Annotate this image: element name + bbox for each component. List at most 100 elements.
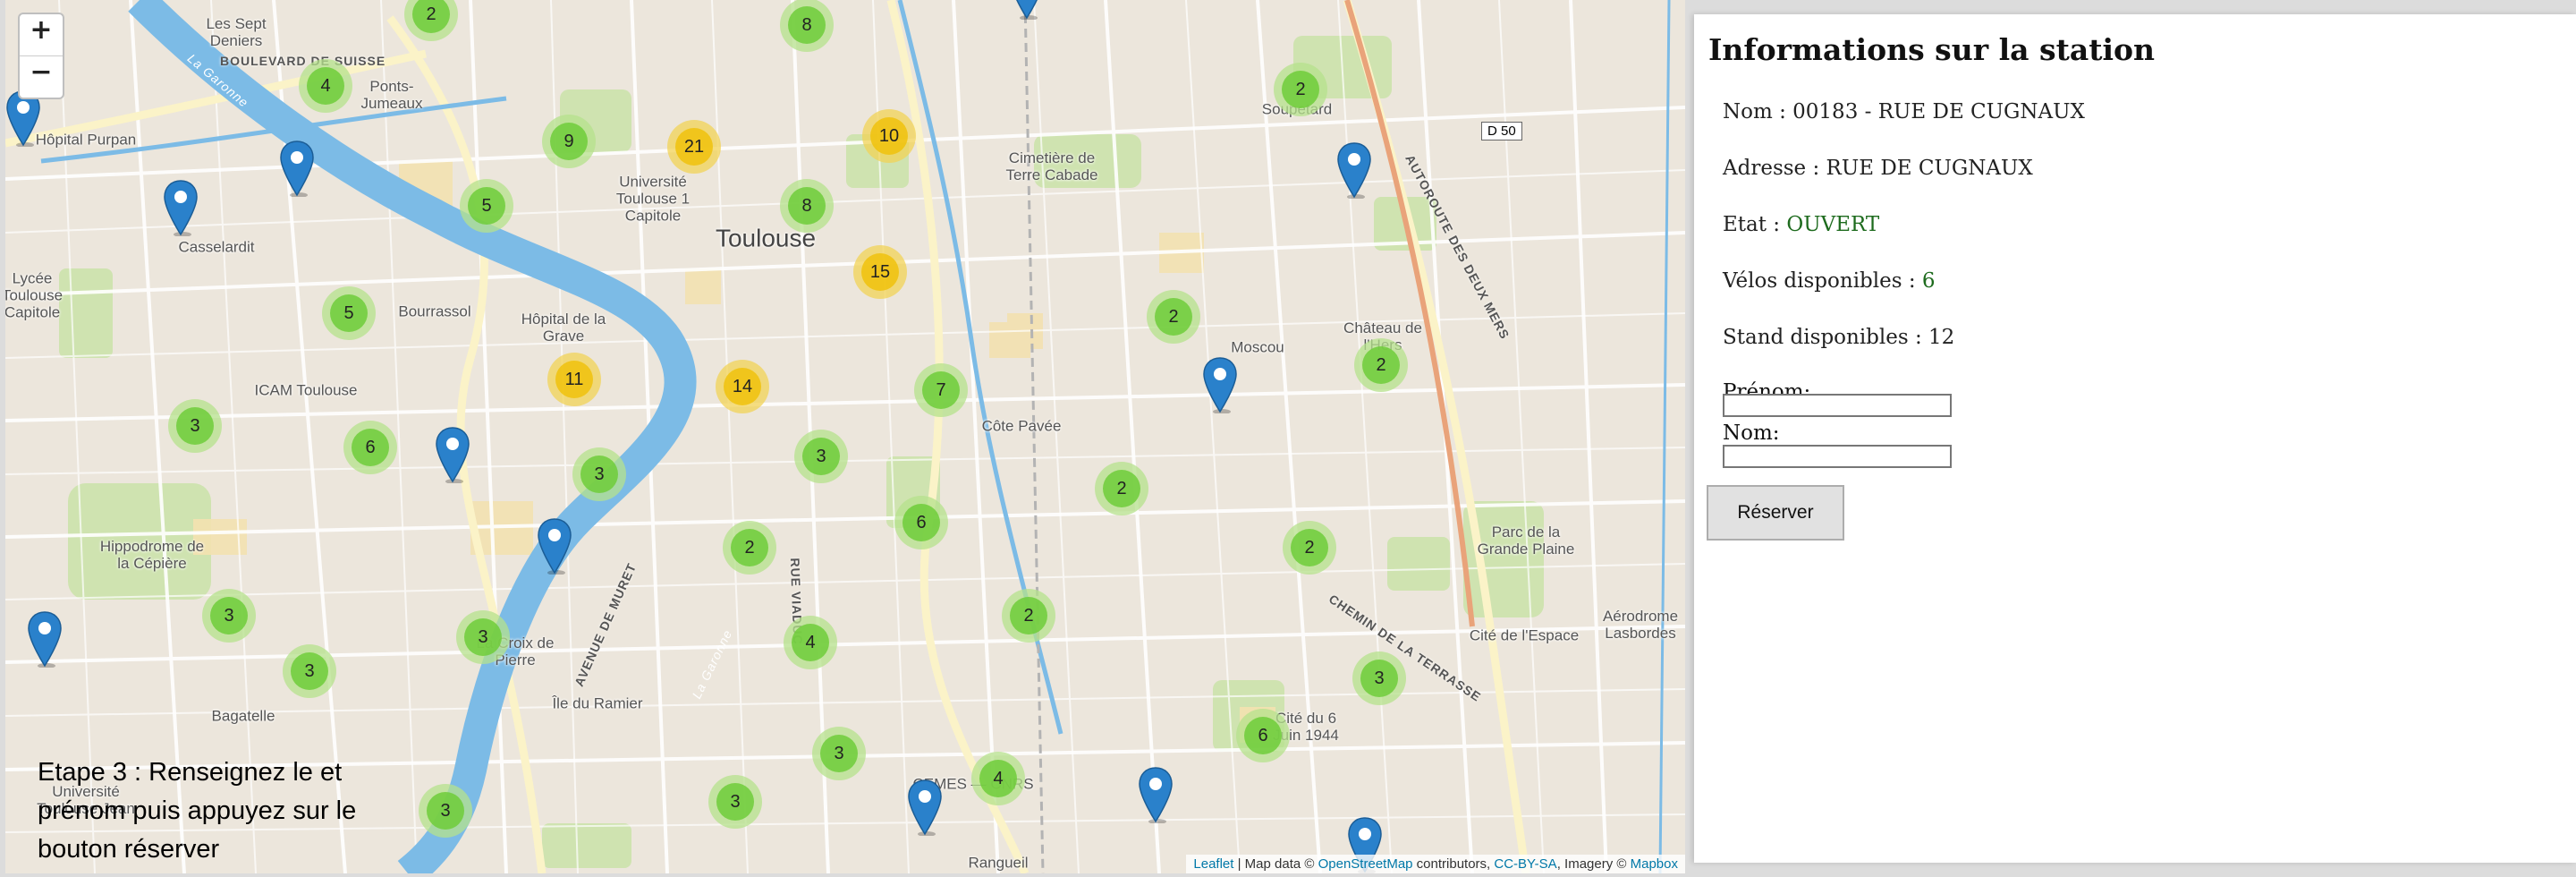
cluster-count: 3 — [210, 597, 248, 634]
cluster-count: 2 — [731, 529, 768, 566]
station-cluster[interactable]: 3 — [202, 589, 256, 643]
cluster-count: 2 — [1155, 298, 1192, 336]
cluster-count: 10 — [870, 117, 908, 155]
station-cluster[interactable]: 7 — [914, 363, 968, 417]
place-label: Cimetière de Terre Cabade — [1005, 149, 1098, 183]
station-cluster[interactable]: 15 — [853, 245, 907, 299]
place-label: Hippodrome de la Cépière — [99, 538, 205, 572]
cluster-count: 3 — [820, 735, 858, 772]
stands-available-value: 12 — [1928, 326, 1955, 349]
place-label: Les Sept Deniers — [206, 15, 267, 49]
cluster-count: 11 — [555, 361, 593, 398]
station-marker-icon[interactable] — [163, 179, 199, 237]
station-marker-icon[interactable] — [1009, 0, 1045, 21]
station-cluster[interactable]: 3 — [812, 727, 866, 780]
station-cluster[interactable]: 4 — [299, 59, 352, 113]
place-label: Bourrassol — [398, 302, 471, 320]
station-cluster[interactable]: 3 — [1352, 651, 1406, 705]
station-cluster[interactable]: 2 — [1095, 462, 1148, 515]
station-cluster[interactable]: 5 — [460, 179, 513, 233]
map-container[interactable]: + − D 50 Les Sept Deniers Ponts- Jumeaux Hôp… — [5, 0, 1685, 873]
station-marker-icon[interactable] — [1336, 141, 1372, 200]
station-cluster[interactable]: 3 — [456, 610, 510, 664]
station-cluster[interactable]: 11 — [547, 353, 601, 406]
road-number-badge: D 50 — [1481, 122, 1522, 140]
cluster-count: 15 — [861, 253, 899, 291]
cluster-count: 3 — [464, 618, 502, 656]
stands-available-label: Stand disponibles : — [1723, 326, 1929, 349]
station-marker-icon[interactable] — [435, 426, 470, 484]
first-name-input[interactable] — [1723, 394, 1952, 417]
station-marker-icon[interactable] — [279, 140, 315, 198]
station-info-panel: Informations sur la station Nom : 00183 … — [1694, 14, 2576, 863]
mapbox-link[interactable]: Mapbox — [1631, 856, 1678, 872]
station-cluster[interactable]: 2 — [1274, 63, 1327, 116]
place-label: Université Toulouse 1 Capitole — [615, 173, 691, 225]
cluster-count: 4 — [979, 760, 1017, 797]
last-name-input[interactable] — [1723, 445, 1952, 468]
station-cluster[interactable]: 4 — [784, 616, 837, 669]
station-cluster[interactable]: 5 — [322, 286, 376, 340]
station-address-value: RUE DE CUGNAUX — [1826, 157, 2033, 180]
cluster-count: 3 — [291, 652, 328, 690]
osm-link[interactable]: OpenStreetMap — [1318, 856, 1413, 872]
station-cluster[interactable]: 6 — [1236, 709, 1290, 762]
cluster-count: 2 — [1282, 71, 1319, 108]
place-label: Bagatelle — [211, 707, 275, 725]
station-cluster[interactable]: 3 — [572, 447, 626, 501]
station-cluster[interactable]: 6 — [343, 421, 397, 474]
station-cluster[interactable]: 8 — [780, 179, 834, 233]
station-name-row: Nom : 00183 - RUE DE CUGNAUX — [1723, 100, 2085, 123]
place-label: Casselardit — [178, 238, 255, 256]
bikes-available-value: 6 — [1921, 269, 1936, 293]
station-cluster[interactable]: 3 — [283, 644, 336, 698]
station-cluster[interactable]: 2 — [1002, 589, 1055, 643]
cluster-count: 6 — [902, 504, 940, 541]
station-cluster[interactable]: 6 — [894, 496, 948, 549]
zoom-out-button[interactable]: − — [20, 55, 63, 98]
cluster-count: 6 — [352, 429, 389, 466]
cluster-count: 3 — [427, 792, 464, 830]
attribution-text-2: contributors, — [1412, 856, 1495, 872]
station-marker-icon[interactable] — [27, 610, 63, 668]
station-cluster[interactable]: 8 — [780, 0, 834, 52]
station-cluster[interactable]: 4 — [971, 752, 1025, 805]
cluster-count: 14 — [724, 368, 761, 405]
zoom-in-button[interactable]: + — [20, 14, 63, 55]
station-cluster[interactable]: 2 — [1283, 521, 1336, 575]
station-marker-icon[interactable] — [907, 779, 943, 837]
station-marker-icon[interactable] — [537, 517, 572, 575]
station-cluster[interactable]: 9 — [542, 115, 596, 168]
place-label: Hôpital de la Grave — [521, 311, 606, 345]
station-state-label: Etat : — [1723, 213, 1787, 236]
cluster-count: 4 — [792, 624, 829, 661]
leaflet-link[interactable]: Leaflet — [1193, 856, 1233, 872]
station-cluster[interactable]: 2 — [723, 521, 776, 575]
station-cluster[interactable]: 3 — [168, 399, 222, 453]
station-cluster[interactable]: 2 — [1354, 338, 1408, 392]
cluster-count: 7 — [922, 371, 960, 409]
station-marker-icon[interactable] — [1202, 356, 1238, 414]
station-cluster[interactable]: 3 — [419, 784, 472, 838]
station-state-value: OUVERT — [1786, 213, 1880, 236]
stands-available-row: Stand disponibles : 12 — [1723, 326, 1954, 349]
station-cluster[interactable]: 14 — [716, 360, 769, 413]
station-cluster[interactable]: 10 — [862, 109, 916, 163]
cluster-count: 2 — [1010, 597, 1047, 634]
place-label: Rangueil — [968, 854, 1029, 872]
cluster-count: 3 — [716, 783, 754, 821]
station-cluster[interactable]: 2 — [1147, 290, 1200, 344]
road-label: BOULEVARD DE SUISSE — [220, 54, 386, 68]
cluster-count: 4 — [307, 67, 344, 105]
cluster-count: 2 — [1291, 529, 1328, 566]
bikes-available-row: Vélos disponibles : 6 — [1723, 269, 1936, 293]
cc-by-sa-link[interactable]: CC-BY-SA — [1494, 856, 1556, 872]
station-marker-icon[interactable] — [1138, 766, 1174, 824]
station-cluster[interactable]: 3 — [794, 430, 848, 483]
cluster-count: 3 — [802, 438, 840, 475]
station-cluster[interactable]: 3 — [708, 775, 762, 829]
reserve-button[interactable]: Réserver — [1707, 485, 1844, 541]
station-cluster[interactable]: 21 — [667, 120, 721, 174]
place-label: Parc de la Grande Plaine — [1477, 524, 1575, 558]
panel-heading: Informations sur la station — [1708, 32, 2156, 67]
